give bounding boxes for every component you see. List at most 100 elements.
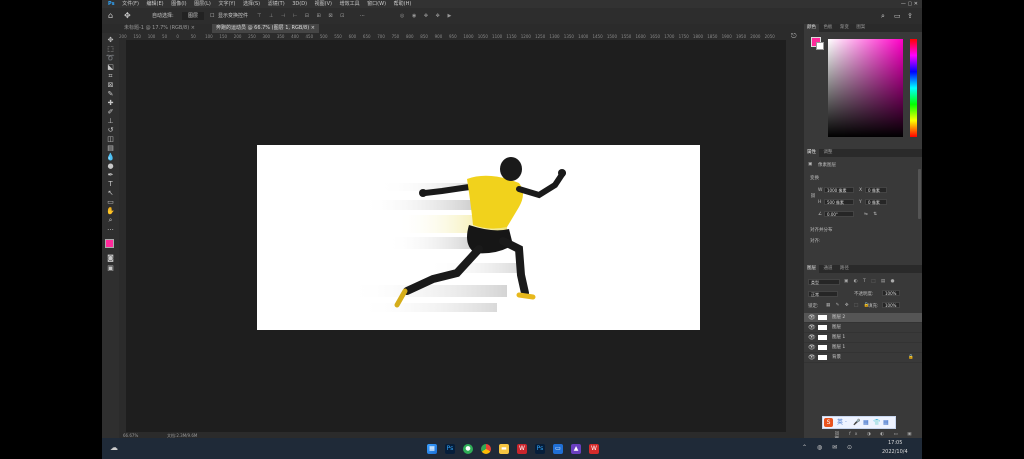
blend-mode-dropdown[interactable]: 正常 [808, 291, 838, 297]
menu-type[interactable]: 文字(Y) [218, 0, 235, 8]
menu-layer[interactable]: 图层(L) [194, 0, 211, 8]
flip-buttons[interactable]: ⇋ ⇅ [864, 212, 879, 217]
brush-tool-icon[interactable]: ✐ [106, 109, 115, 116]
menu-select[interactable]: 选择(S) [243, 0, 260, 8]
zoom-tool-icon[interactable]: ⌕ [106, 217, 115, 224]
app-green-icon[interactable]: ● [463, 444, 473, 454]
app-blue-icon[interactable]: ▭ [553, 444, 563, 454]
menu-plugins[interactable]: 增效工具 [340, 0, 360, 8]
app-purple-icon[interactable]: ▲ [571, 444, 581, 454]
ps-icon[interactable]: Ps [445, 444, 455, 454]
ps2-icon[interactable]: Ps [535, 444, 545, 454]
ime-mic-icon[interactable]: 🎤 [853, 417, 860, 428]
sogou-ime-icon[interactable]: S [824, 418, 833, 427]
dodge-tool-icon[interactable]: ● [106, 163, 115, 170]
tab-channels[interactable]: 通道 [820, 265, 835, 273]
stamp-tool-icon[interactable]: ⊥ [106, 118, 115, 125]
menu-filter[interactable]: 滤镜(T) [268, 0, 285, 8]
healing-tool-icon[interactable]: ✚ [106, 100, 115, 107]
hand-tool-icon[interactable]: ✋ [106, 208, 115, 215]
object-select-tool-icon[interactable]: ⬕ [106, 64, 115, 71]
menu-file[interactable]: 文件(F) [122, 0, 139, 8]
eye-icon[interactable]: 👁 [808, 333, 816, 342]
ime-keyboard-icon[interactable]: ▦ [863, 417, 869, 428]
layer-row[interactable]: 👁 图层 [804, 323, 922, 333]
layer-filter-kind[interactable]: 类型 [808, 279, 840, 285]
eye-icon[interactable]: 👁 [808, 313, 816, 322]
tab-layers[interactable]: 图层 [804, 265, 819, 273]
ime-skin-icon[interactable]: 👕 [873, 417, 880, 428]
link-icon[interactable]: ⛓ [810, 194, 816, 199]
crop-tool-icon[interactable]: ⌗ [106, 73, 115, 80]
ime-toolbox-icon[interactable]: ▦ [883, 417, 889, 428]
tab-swatches[interactable]: 色板 [820, 24, 835, 32]
clock-date[interactable]: 2022/10/4 [882, 449, 908, 455]
marquee-tool-icon[interactable]: ⬚ [106, 46, 115, 53]
more-tools-icon[interactable]: ··· [106, 227, 115, 234]
tab-runner[interactable]: 奔跑的运动员 @ 66.7% (图层 1, RGB/8) × [212, 24, 319, 33]
x-field[interactable]: 0 像素 [865, 187, 887, 193]
color-picker-field[interactable] [828, 39, 903, 137]
height-field[interactable]: 500 像素 [824, 199, 854, 205]
tab-untitled[interactable]: 未标题-1 @ 17.7% (RGB/8) × [120, 24, 199, 33]
path-select-tool-icon[interactable]: ↖ [106, 190, 115, 197]
tab-adjustments[interactable]: 调整 [820, 149, 835, 157]
layer-row[interactable]: 👁 图层 1 [804, 343, 922, 353]
more-options-button[interactable]: ··· [360, 8, 365, 24]
wps-icon[interactable]: W [517, 444, 527, 454]
layer-row[interactable]: 👁 背景 🔒 [804, 353, 922, 363]
fill-field[interactable]: 100% [882, 302, 900, 308]
weather-icon[interactable]: ☁ [110, 443, 118, 452]
tab-color[interactable]: 颜色 [804, 24, 819, 32]
blur-tool-icon[interactable]: 💧 [106, 154, 115, 161]
menu-edit[interactable]: 编辑(E) [147, 0, 164, 8]
ime-lang[interactable]: 英 [837, 417, 843, 428]
angle-field[interactable]: 0.00° [824, 211, 854, 217]
layer-filter-icons[interactable]: ▣ ◐ T ⬚ ▤ ● [844, 279, 897, 284]
eraser-tool-icon[interactable]: ◫ [106, 136, 115, 143]
move-tool-icon[interactable]: ✥ [124, 8, 131, 24]
app-red-icon[interactable]: W [589, 444, 599, 454]
bg-color-swatch[interactable] [816, 42, 824, 50]
move-tool-icon[interactable]: ✥ [106, 37, 115, 44]
menu-window[interactable]: 窗口(W) [367, 0, 386, 8]
foreground-color-swatch[interactable] [105, 239, 114, 248]
3d-mode-buttons[interactable]: ◎ ◉ ✥ ✥ ▶ [400, 8, 454, 24]
ime-toolbar[interactable]: S 英 · 🎤 ▦ 👕 ▦ [822, 416, 896, 429]
frame-tool-icon[interactable]: ⊠ [106, 82, 115, 89]
document-canvas[interactable] [257, 145, 700, 330]
opacity-field[interactable]: 100% [882, 290, 900, 296]
properties-scrollbar[interactable] [918, 169, 921, 219]
eyedropper-tool-icon[interactable]: ✎ [106, 91, 115, 98]
tab-patterns[interactable]: 图案 [853, 24, 868, 32]
gradient-tool-icon[interactable]: ▤ [106, 145, 115, 152]
y-field[interactable]: 0 像素 [865, 199, 887, 205]
screen-mode-icon[interactable]: ▣ [106, 265, 115, 272]
window-controls[interactable]: — ▢ ✕ [901, 0, 918, 8]
menu-help[interactable]: 帮助(H) [394, 0, 412, 8]
ime-punct[interactable]: · [845, 417, 847, 428]
share-icon[interactable]: ⇪ [907, 8, 913, 24]
type-tool-icon[interactable]: T [106, 181, 115, 188]
tray-icons[interactable]: ⌃ ◍ ✉ ⊙ [802, 444, 856, 451]
menu-3d[interactable]: 3D(D) [292, 0, 307, 8]
canvas-area[interactable] [126, 40, 786, 432]
history-brush-tool-icon[interactable]: ↺ [106, 127, 115, 134]
width-field[interactable]: 1000 像素 [824, 187, 854, 193]
chrome-icon[interactable] [481, 444, 491, 454]
quick-mask-icon[interactable]: ◙ [106, 255, 115, 262]
lock-icons[interactable]: ▦ ✎ ✥ ⬚ 🔒 [826, 303, 871, 308]
align-buttons[interactable]: ⊤ ⊥ ⊣ ⊢ ⊟ ⊞ ⊠ ⊡ [257, 8, 347, 24]
layer-row[interactable]: 👁 图层 1 [804, 333, 922, 343]
menu-view[interactable]: 视图(V) [315, 0, 332, 8]
windows-icon[interactable]: ▦ [427, 444, 437, 454]
layer-row[interactable]: 👁 图层 2 [804, 313, 922, 323]
auto-select-dropdown[interactable]: 图层 [182, 12, 205, 20]
shape-tool-icon[interactable]: ▭ [106, 199, 115, 206]
clock-time[interactable]: 17:05 [888, 440, 902, 446]
home-icon[interactable]: ⌂ [108, 8, 113, 24]
history-icon[interactable]: ⎋ [791, 32, 799, 40]
hue-slider[interactable] [910, 39, 917, 137]
eye-icon[interactable]: 👁 [808, 353, 816, 362]
transform-checkbox[interactable]: ☐ [210, 8, 214, 24]
